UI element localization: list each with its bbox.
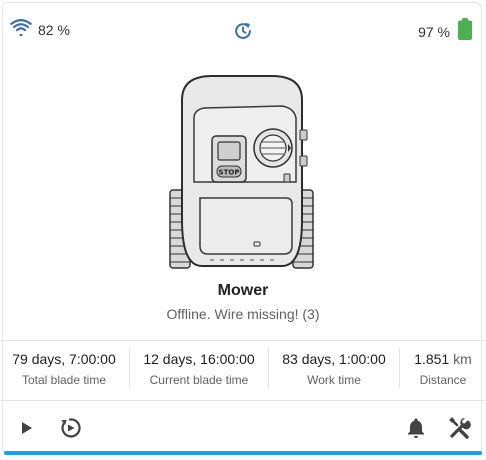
battery-level: 97 % <box>418 23 450 40</box>
stat-value: 1.851 km <box>400 351 486 367</box>
distance-unit: km <box>453 351 472 367</box>
tools-icon <box>449 417 471 439</box>
battery-icon <box>458 18 472 45</box>
wifi-status: 82 % <box>10 18 70 41</box>
notifications-button[interactable] <box>404 416 428 440</box>
progress-bar <box>4 451 482 455</box>
stat-label: Work time <box>307 373 361 387</box>
stats-row: 79 days, 7:00:00 Total blade time 12 day… <box>0 340 486 400</box>
stat-label: Current blade time <box>149 373 249 387</box>
wifi-icon <box>10 18 32 41</box>
stat-distance: 1.851 km Distance <box>400 340 486 400</box>
device-name: Mower <box>217 282 269 299</box>
wifi-strength: 82 % <box>38 21 70 38</box>
device-status: Offline. Wire missing! (3) <box>166 306 320 322</box>
start-button[interactable] <box>14 416 38 440</box>
stat-total-blade-time: 79 days, 7:00:00 Total blade time <box>0 340 128 400</box>
svg-text:STOP: STOP <box>219 169 240 177</box>
stat-value: 83 days, 1:00:00 <box>282 351 386 367</box>
stat-work-time: 83 days, 1:00:00 Work time <box>269 340 399 400</box>
battery-status: 97 % <box>418 18 472 45</box>
action-bar <box>0 408 486 448</box>
refresh-button[interactable] <box>232 20 254 42</box>
status-bar: 82 % 97 % <box>0 0 486 62</box>
stat-label: Distance <box>419 373 467 387</box>
progress-fill <box>4 451 482 455</box>
edge-cut-icon <box>61 418 81 438</box>
stat-label: Total blade time <box>21 373 107 387</box>
refresh-icon <box>235 22 251 39</box>
stat-value: 12 days, 16:00:00 <box>143 351 255 367</box>
mower-card: 82 % 97 % STOP Mower Offline. Wire missi… <box>0 0 486 460</box>
bell-icon <box>408 418 424 438</box>
divider-bottom <box>0 400 486 401</box>
stat-value: 79 days, 7:00:00 <box>12 351 116 367</box>
edge-cut-button[interactable] <box>58 416 82 440</box>
stat-current-blade-time: 12 days, 16:00:00 Current blade time <box>130 340 268 400</box>
robot-mower-image: STOP <box>160 70 325 275</box>
play-icon <box>22 422 32 434</box>
settings-button[interactable] <box>448 416 472 440</box>
distance-number: 1.851 <box>414 351 450 367</box>
